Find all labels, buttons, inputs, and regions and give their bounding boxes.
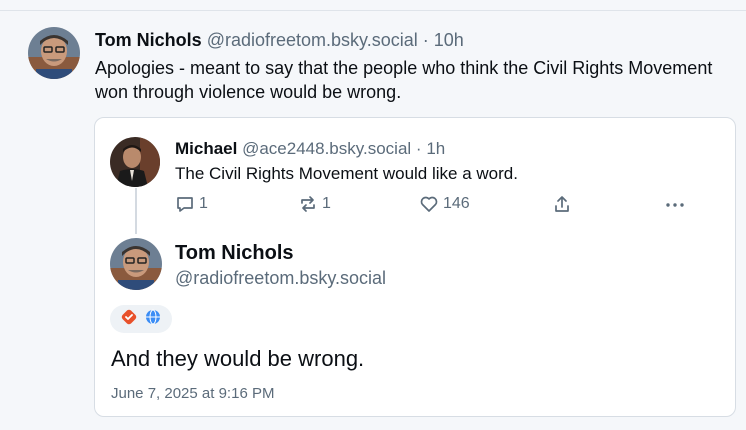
quoted-author-name[interactable]: Tom Nichols [175, 241, 294, 265]
share-icon [552, 194, 572, 214]
reply-button[interactable]: 1 [175, 194, 208, 214]
reply-author-handle[interactable]: @ace2448.bsky.social [242, 139, 411, 158]
reply-author-name[interactable]: Michael [175, 139, 237, 158]
verified-badge-icon [121, 309, 137, 330]
repost-icon [298, 194, 318, 214]
quoted-post-text: And they would be wrong. [111, 346, 365, 371]
badge-pill[interactable] [110, 305, 172, 333]
post-time[interactable]: 10h [434, 30, 464, 50]
author-handle[interactable]: @radiofreetom.bsky.social [207, 30, 418, 50]
outer-post-header: Tom Nichols @radiofreetom.bsky.social · … [95, 29, 464, 51]
reply-icon [175, 194, 195, 214]
share-button[interactable] [552, 194, 572, 214]
separator: · [422, 30, 429, 50]
author-name[interactable]: Tom Nichols [95, 30, 202, 50]
avatar-tom-nichols[interactable] [110, 238, 162, 290]
avatar-michael[interactable] [110, 137, 160, 187]
like-icon [419, 194, 439, 214]
page: Tom Nichols @radiofreetom.bsky.social · … [0, 0, 746, 430]
more-button[interactable] [664, 194, 686, 214]
avatar-tom-nichols[interactable] [28, 27, 80, 79]
reply-header: Michael @ace2448.bsky.social · 1h [175, 139, 445, 159]
quoted-author-handle[interactable]: @radiofreetom.bsky.social [175, 267, 386, 289]
separator: · [415, 139, 422, 158]
globe-icon [145, 309, 161, 330]
reply-count: 1 [199, 195, 208, 212]
more-icon [664, 194, 686, 214]
quoted-post-timestamp[interactable]: June 7, 2025 at 9:16 PM [111, 385, 274, 403]
repost-button[interactable]: 1 [298, 194, 331, 214]
reply-time[interactable]: 1h [426, 139, 445, 158]
thread-line [135, 188, 137, 234]
like-button[interactable]: 146 [419, 194, 470, 214]
divider [0, 10, 746, 11]
repost-count: 1 [322, 195, 331, 212]
like-count: 146 [443, 195, 470, 212]
reply-text: The Civil Rights Movement would like a w… [175, 164, 518, 183]
outer-post-text: Apologies - meant to say that the people… [95, 58, 713, 102]
